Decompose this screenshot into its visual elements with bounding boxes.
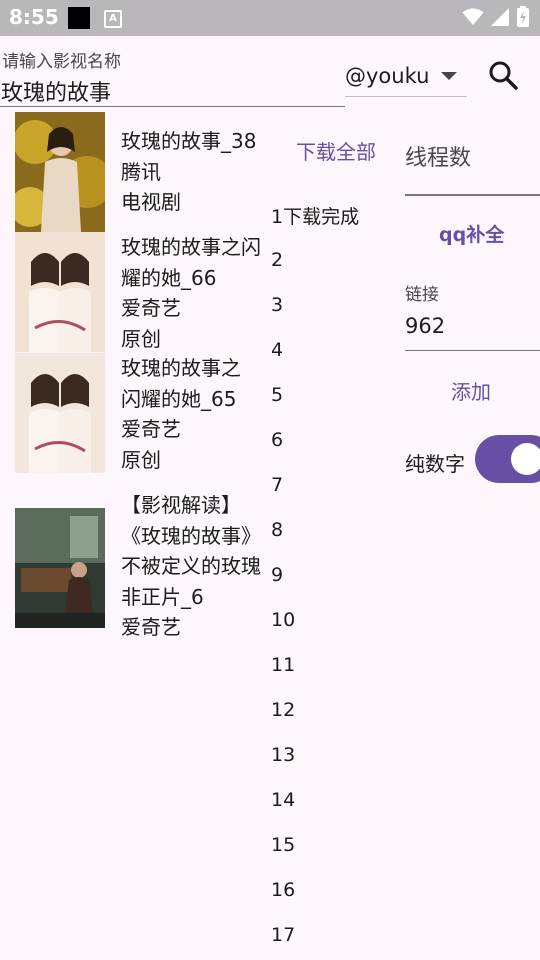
episode-item[interactable]: 16 [271,879,295,901]
result-title: 【影视解读】 [121,493,241,517]
poster-image [15,353,105,473]
dropdown-arrow-icon [441,72,457,80]
result-text: 玫瑰的故事_38 腾讯 电视剧 [121,126,271,218]
search-input[interactable] [0,76,345,107]
episode-item[interactable]: 13 [271,744,295,766]
result-title: 非正片_6 [121,584,204,609]
result-title: 玫瑰的故事之 [121,356,241,380]
episode-item[interactable]: 14 [271,789,295,811]
wifi-icon [462,8,484,25]
status-time: 8:55 [9,5,59,29]
search-icon[interactable] [486,58,520,92]
result-item[interactable]: 玫瑰的故事_38 腾讯 电视剧 [0,112,270,232]
qq-complete-button[interactable]: qq补全 [439,220,504,247]
status-bar: 8:55 A [0,0,540,36]
source-dropdown-label: @youku [345,64,430,88]
result-source: 爱奇艺 [121,417,181,441]
episode-item[interactable]: 2 [271,249,283,271]
status-right-icons [462,6,530,28]
thread-count-label[interactable]: 线程数 [405,140,471,172]
result-text: 玫瑰的故事之 闪耀的她_65 爱奇艺 原创 [121,353,271,475]
result-title: 《玫瑰的故事》 [121,523,261,548]
result-item[interactable]: 玫瑰的故事之 闪耀的她_65 爱奇艺 原创 [0,353,270,474]
toggle-knob [511,443,540,475]
result-title: 闪耀的她_65 [121,386,237,411]
result-item[interactable]: 【影视解读】 《玫瑰的故事》 不被定义的玫瑰 非正片_6 爱奇艺 [0,474,270,639]
thread-count-field[interactable] [405,194,540,196]
numeric-only-toggle[interactable] [475,435,540,483]
episode-item[interactable]: 4 [271,339,283,361]
result-title: 玫瑰的故事_38 [121,129,257,153]
episode-item[interactable]: 9 [271,564,283,586]
result-text: 【影视解读】 《玫瑰的故事》 不被定义的玫瑰 非正片_6 爱奇艺 [121,490,271,643]
result-title: 不被定义的玫瑰 [121,554,261,578]
episode-item[interactable]: 6 [271,429,283,451]
episode-item[interactable]: 11 [271,654,295,676]
search-hint: 请输入影视名称 [2,52,121,72]
episode-item[interactable]: 5 [271,384,283,406]
episode-item[interactable]: 15 [271,834,295,856]
episode-item[interactable]: 3 [271,294,283,316]
episode-item[interactable]: 7 [271,474,283,496]
result-title: 玫瑰的故事之闪 [121,235,261,259]
result-source: 爱奇艺 [121,615,181,639]
signal-icon [491,8,509,26]
add-button[interactable]: 添加 [451,376,491,405]
poster-image [15,508,105,628]
black-square-icon [68,7,90,29]
link-input[interactable] [405,302,540,351]
episode-item[interactable]: 8 [271,519,283,541]
download-all-button[interactable]: 下载全部 [296,136,376,165]
poster-image [15,112,105,232]
result-item[interactable]: 玫瑰的故事之闪 耀的她_66 爱奇艺 原创 [0,232,270,353]
result-type: 原创 [121,326,161,351]
numeric-only-label: 纯数字 [405,452,465,476]
search-area: 请输入影视名称 @youku [0,36,540,112]
result-title: 耀的她_66 [121,265,217,290]
battery-charging-icon [517,6,529,27]
result-type: 电视剧 [121,190,181,214]
source-dropdown[interactable]: @youku [345,56,467,97]
episode-item[interactable]: 12 [271,699,295,721]
episode-item[interactable]: 1下载完成 [271,202,359,229]
result-source: 爱奇艺 [121,296,181,320]
episode-item[interactable]: 10 [271,609,295,631]
poster-image [15,232,105,352]
a-notification-icon: A [104,10,122,28]
result-source: 腾讯 [121,159,161,184]
result-type: 原创 [121,447,161,472]
result-text: 玫瑰的故事之闪 耀的她_66 爱奇艺 原创 [121,232,271,354]
episode-item[interactable]: 17 [271,924,295,946]
